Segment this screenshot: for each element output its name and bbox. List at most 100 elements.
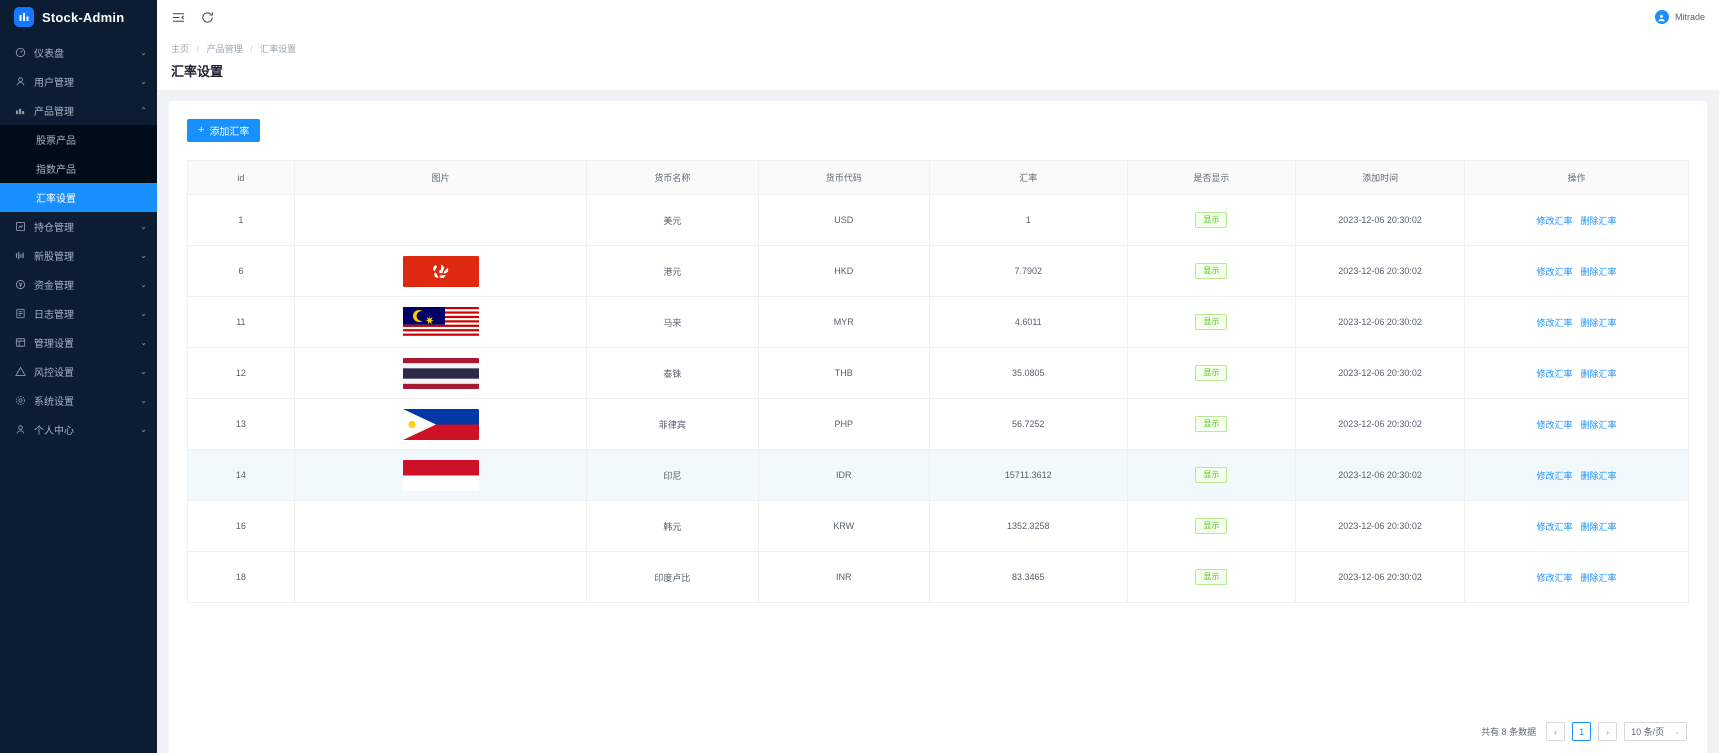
sidebar-item-label: 产品管理 [34, 107, 74, 118]
edit-rate-link[interactable]: 修改汇率 [1536, 522, 1572, 532]
sidebar-nav: 仪表盘 ⌄ 用户管理 ⌄ 产品管理 ⌃ 股票产品 指数产品 汇率设置 持仓管理 … [0, 34, 157, 753]
sidebar-subitem-stock-products[interactable]: 股票产品 [0, 125, 157, 154]
cell-added-time-text: 2023-12-06 20:30:02 [1338, 470, 1422, 480]
edit-rate-link[interactable]: 修改汇率 [1536, 471, 1572, 481]
edit-rate-link[interactable]: 修改汇率 [1536, 369, 1572, 379]
sidebar-item-position-management[interactable]: 持仓管理 ⌄ [0, 212, 157, 241]
breadcrumb-item-product[interactable]: 产品管理 [207, 44, 243, 54]
sidebar-subitem-exchange-rate-settings[interactable]: 汇率设置 [0, 183, 157, 212]
table-row: 11 马来 MYR 4.6011 显示 2023-12-06 20:30:02 修改汇率 删除… [187, 296, 1689, 348]
menu-collapse-icon[interactable] [171, 10, 186, 25]
cell-currency-code: IDR [757, 449, 930, 501]
breadcrumb: 主页 / 产品管理 / 汇率设置 [171, 42, 1705, 55]
delete-rate-link[interactable]: 删除汇率 [1580, 420, 1616, 430]
pagination-next-button[interactable]: › [1598, 722, 1618, 741]
pagination-total: 共有 8 条数据 [1481, 727, 1537, 737]
edit-rate-link[interactable]: 修改汇率 [1536, 318, 1572, 328]
cell-currency-code-text: IDR [836, 470, 852, 480]
cell-rate-text: 35.0805 [1011, 368, 1045, 378]
cell-rate-text: 1352.3258 [1006, 521, 1050, 531]
refresh-icon[interactable] [200, 10, 215, 25]
pagination-page-size-select[interactable]: 10 条/页 ⌄ [1624, 722, 1687, 741]
cell-image [293, 500, 588, 552]
sidebar-item-risk-settings[interactable]: 风控设置 ⌄ [0, 357, 157, 386]
cell-rate: 7.7902 [928, 245, 1128, 297]
sidebar-item-fund-management[interactable]: 资金管理 ⌄ [0, 270, 157, 299]
sidebar-item-ipo-management[interactable]: 新股管理 ⌄ [0, 241, 157, 270]
cell-added-time: 2023-12-06 20:30:02 [1295, 449, 1465, 501]
edit-rate-link[interactable]: 修改汇率 [1536, 216, 1572, 226]
status-badge: 显示 [1195, 263, 1228, 279]
column-header-image: 图片 [293, 160, 588, 195]
risk-icon [14, 365, 27, 378]
brand[interactable]: Stock-Admin [0, 0, 157, 34]
sidebar-subitem-index-products[interactable]: 指数产品 [0, 154, 157, 183]
cell-image [293, 551, 588, 603]
sidebar-item-label: 日志管理 [34, 310, 74, 321]
sidebar-item-log-management[interactable]: 日志管理 ⌄ [0, 299, 157, 328]
sidebar-item-label: 持仓管理 [34, 223, 74, 234]
status-badge: 显示 [1195, 518, 1228, 534]
sidebar-item-label: 个人中心 [34, 426, 74, 437]
sidebar-subitem-label: 指数产品 [36, 165, 76, 176]
person-icon [14, 423, 27, 436]
cell-currency-code-text: KRW [833, 521, 855, 531]
breadcrumb-item-home[interactable]: 主页 [171, 44, 189, 54]
sidebar-item-manage-settings[interactable]: 管理设置 ⌄ [0, 328, 157, 357]
chart-logo-icon [14, 7, 34, 27]
pagination-prev-button[interactable]: ‹ [1546, 722, 1566, 741]
cell-added-time: 2023-12-06 20:30:02 [1295, 500, 1465, 552]
cell-id: 16 [187, 500, 295, 552]
cell-rate-text: 83.3465 [1011, 572, 1045, 582]
sidebar-item-personal-center[interactable]: 个人中心 ⌄ [0, 415, 157, 444]
cell-rate-text: 4.6011 [1014, 317, 1042, 327]
cell-id-text: 6 [238, 266, 244, 276]
delete-rate-link[interactable]: 删除汇率 [1580, 216, 1616, 226]
cell-actions: 修改汇率 删除汇率 [1463, 398, 1689, 450]
plus-icon: + [198, 124, 205, 136]
cell-currency-code-text: INR [836, 572, 852, 582]
sidebar-item-user-management[interactable]: 用户管理 ⌄ [0, 67, 157, 96]
cell-id-text: 1 [238, 215, 244, 225]
system-icon [14, 394, 27, 407]
edit-rate-link[interactable]: 修改汇率 [1536, 267, 1572, 277]
cell-image [293, 245, 588, 297]
cell-image [293, 347, 588, 399]
topbar-left [171, 10, 215, 25]
table-row: 18 印度卢比 INR 83.3465 显示 2023-12-06 20:30:02 修改汇… [187, 551, 1689, 603]
table-toolbar: + 添加汇率 [187, 115, 1689, 160]
delete-rate-link[interactable]: 删除汇率 [1580, 522, 1616, 532]
cell-actions: 修改汇率 删除汇率 [1463, 551, 1689, 603]
delete-rate-link[interactable]: 删除汇率 [1580, 369, 1616, 379]
cell-id-text: 12 [235, 368, 246, 378]
app-root: Stock-Admin 仪表盘 ⌄ 用户管理 ⌄ 产品管理 ⌃ 股票产品 指数产… [0, 0, 1719, 753]
pagination-page-1[interactable]: 1 [1572, 722, 1592, 741]
cell-currency-code-text: MYR [833, 317, 854, 327]
column-header-id: id [187, 160, 295, 195]
sidebar-item-dashboard[interactable]: 仪表盘 ⌄ [0, 38, 157, 67]
edit-rate-link[interactable]: 修改汇率 [1536, 573, 1572, 583]
product-icon [14, 104, 27, 117]
cell-currency-name-text: 菲律宾 [658, 419, 686, 430]
delete-rate-link[interactable]: 删除汇率 [1580, 471, 1616, 481]
edit-rate-link[interactable]: 修改汇率 [1536, 420, 1572, 430]
topbar: Mitrade [157, 0, 1719, 34]
column-header-added-time: 添加时间 [1295, 160, 1465, 195]
flag-icon-id [402, 459, 479, 491]
brand-name: Stock-Admin [42, 9, 125, 25]
add-exchange-rate-button[interactable]: + 添加汇率 [187, 119, 261, 142]
delete-rate-link[interactable]: 删除汇率 [1580, 573, 1616, 583]
cell-currency-name: 美元 [586, 194, 759, 246]
cell-currency-name-text: 马来 [663, 317, 682, 328]
user-menu[interactable]: Mitrade [1654, 10, 1705, 24]
cell-added-time: 2023-12-06 20:30:02 [1295, 194, 1465, 246]
cell-currency-code-text: USD [834, 215, 854, 225]
sidebar-item-system-settings[interactable]: 系统设置 ⌄ [0, 386, 157, 415]
cell-id: 14 [187, 449, 295, 501]
delete-rate-link[interactable]: 删除汇率 [1580, 267, 1616, 277]
sidebar-item-product-management[interactable]: 产品管理 ⌃ [0, 96, 157, 125]
delete-rate-link[interactable]: 删除汇率 [1580, 318, 1616, 328]
pagination-page-size-label: 10 条/页 [1631, 727, 1665, 737]
chevron-down-icon: ⌄ [140, 366, 147, 376]
cell-id-text: 11 [236, 317, 246, 327]
